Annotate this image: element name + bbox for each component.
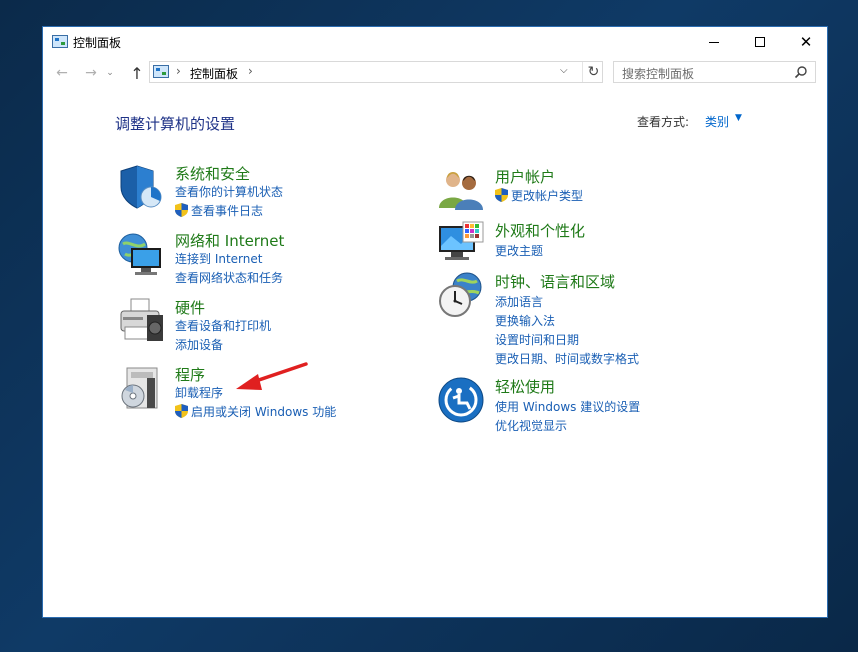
programs-disc-icon[interactable] [117,364,165,412]
link-windows-features[interactable]: 启用或关闭 Windows 功能 [191,403,336,420]
link-add-device[interactable]: 添加设备 [175,336,223,353]
clock-globe-icon[interactable] [437,271,485,319]
maximize-icon [755,37,765,47]
recent-locations-button[interactable]: ⌄ [105,63,115,83]
users-icon[interactable] [437,166,485,214]
breadcrumb-separator[interactable]: › [176,64,181,78]
monitor-palette-icon[interactable] [437,220,485,268]
control-panel-icon [153,65,169,78]
link-devices-printers[interactable]: 查看设备和打印机 [175,317,271,334]
search-placeholder: 搜索控制面板 [622,67,695,81]
caret-down-icon[interactable]: ▼ [735,113,742,123]
uac-shield-icon [175,404,188,418]
category-title[interactable]: 系统和安全 [175,163,250,184]
title-bar[interactable]: 控制面板 ✕ [43,27,827,57]
control-panel-window: 控制面板 ✕ ← → ⌄ ↑ › 控制面板 › ⌵ ↻ 搜索控制面板 调整计算机… [42,26,828,618]
view-by-dropdown[interactable]: 类别 [705,113,729,130]
arrow-right-icon: → [85,65,97,81]
category-network-internet: 网络和 Internet 连接到 Internet 查看网络状态和任务 [117,230,417,290]
search-icon[interactable] [794,65,808,79]
link-windows-recommended-settings[interactable]: 使用 Windows 建议的设置 [495,398,640,415]
forward-button[interactable]: → [81,63,101,83]
category-title[interactable]: 用户帐户 [495,166,555,187]
maximize-button[interactable] [737,27,783,57]
minimize-icon [709,41,719,43]
breadcrumb-separator[interactable]: › [248,64,253,78]
printer-icon[interactable] [117,297,165,345]
link-view-event-logs[interactable]: 查看事件日志 [191,202,263,219]
network-globe-icon[interactable] [117,230,165,278]
uac-shield-icon [495,188,508,202]
link-change-theme[interactable]: 更改主题 [495,242,543,259]
address-dropdown-icon[interactable]: ⌵ [560,65,568,76]
address-bar[interactable]: › 控制面板 › ⌵ ↻ [149,61,603,83]
link-uninstall-program[interactable]: 卸载程序 [175,384,223,401]
shield-security-icon[interactable] [117,163,165,211]
arrow-left-icon: ← [56,65,68,81]
uac-shield-icon [175,203,188,217]
category-title[interactable]: 网络和 Internet [175,230,284,251]
back-button[interactable]: ← [52,63,72,83]
link-change-formats[interactable]: 更改日期、时间或数字格式 [495,350,639,367]
control-panel-icon [52,35,68,48]
breadcrumb-control-panel[interactable]: 控制面板 [190,65,238,82]
window-title: 控制面板 [73,36,122,50]
category-title[interactable]: 硬件 [175,297,205,318]
ease-of-access-icon[interactable] [437,376,485,424]
category-clock-language-region: 时钟、语言和区域 添加语言 更换输入法 设置时间和日期 更改日期、时间或数字格式 [437,271,777,367]
view-by-label: 查看方式: [637,115,690,129]
category-title[interactable]: 外观和个性化 [495,220,585,241]
link-view-computer-status[interactable]: 查看你的计算机状态 [175,183,283,200]
close-icon: ✕ [799,33,813,51]
refresh-icon: ↻ [587,64,600,80]
link-view-network-status[interactable]: 查看网络状态和任务 [175,269,283,286]
link-add-language[interactable]: 添加语言 [495,293,543,310]
link-set-time-date[interactable]: 设置时间和日期 [495,331,579,348]
page-title: 调整计算机的设置 [115,115,236,133]
category-appearance: 外观和个性化 更改主题 [437,220,777,270]
link-optimize-visual-display[interactable]: 优化视觉显示 [495,417,567,434]
arrow-up-icon: ↑ [130,63,144,83]
link-change-input-method[interactable]: 更换输入法 [495,312,555,329]
refresh-button[interactable]: ↻ [582,62,604,82]
category-title[interactable]: 轻松使用 [495,376,555,397]
category-hardware: 硬件 查看设备和打印机 添加设备 [117,297,417,357]
link-change-account-type[interactable]: 更改帐户类型 [511,187,583,204]
category-title[interactable]: 程序 [175,364,205,385]
category-ease-of-access: 轻松使用 使用 Windows 建议的设置 优化视觉显示 [437,376,777,436]
search-input[interactable]: 搜索控制面板 [613,61,816,83]
category-user-accounts: 用户帐户 更改帐户类型 [437,166,777,214]
up-button[interactable]: ↑ [127,63,147,83]
navigation-bar: ← → ⌄ ↑ › 控制面板 › ⌵ ↻ 搜索控制面板 [43,61,827,87]
close-button[interactable]: ✕ [783,27,829,57]
category-system-security: 系统和安全 查看你的计算机状态 查看事件日志 [117,163,417,223]
chevron-down-icon: ⌄ [106,68,114,78]
minimize-button[interactable] [691,27,737,57]
link-connect-internet[interactable]: 连接到 Internet [175,250,262,267]
category-title[interactable]: 时钟、语言和区域 [495,271,615,292]
category-programs: 程序 卸载程序 启用或关闭 Windows 功能 [117,364,417,424]
